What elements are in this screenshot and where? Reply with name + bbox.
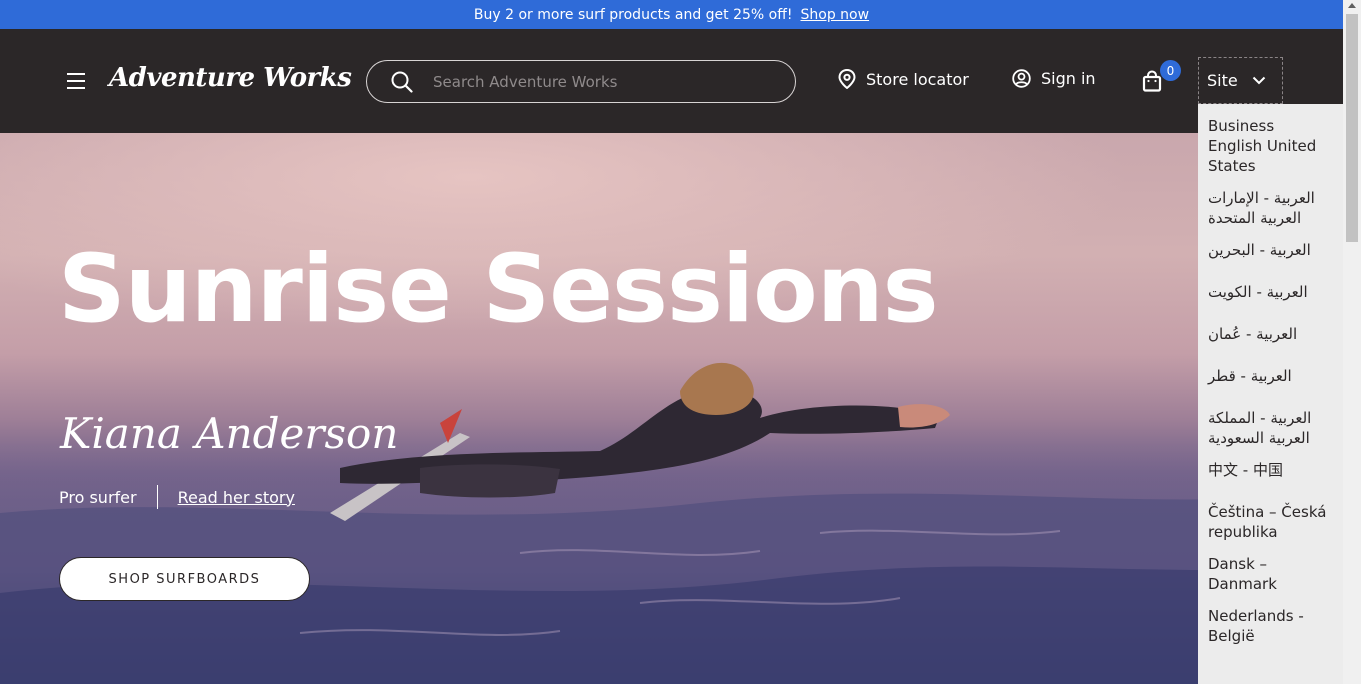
athlete-signature: Kiana Anderson [60, 409, 399, 458]
site-selector-button[interactable]: Site [1198, 57, 1283, 104]
cart-count-badge: 0 [1160, 60, 1181, 81]
athlete-role: Pro surfer [59, 487, 137, 507]
athlete-byline: Pro surfer Read her story [59, 485, 295, 509]
sign-in-link[interactable]: Sign in [1012, 69, 1096, 88]
menu-icon[interactable] [67, 73, 85, 89]
brand-logo[interactable]: Adventure Works [109, 63, 352, 93]
site-option[interactable]: العربية - المملكة العربية السعودية [1198, 408, 1343, 448]
search-input[interactable] [431, 71, 751, 92]
site-option[interactable]: Business English United States [1198, 116, 1343, 176]
promo-text: Buy 2 or more surf products and get 25% … [473, 6, 793, 23]
byline-divider [156, 485, 158, 509]
shopping-bag-icon[interactable] [1142, 70, 1162, 92]
store-locator-label: Store locator [866, 69, 969, 89]
user-icon [1012, 69, 1031, 88]
search-bar[interactable] [366, 60, 796, 103]
site-option[interactable]: العربية - قطر [1198, 366, 1343, 396]
page-scrollbar[interactable] [1343, 0, 1361, 684]
scrollbar-thumb[interactable] [1346, 14, 1358, 242]
search-icon [391, 71, 413, 93]
hero-banner: Sunrise Sessions Kiana Anderson Pro surf… [0, 133, 1343, 684]
site-option[interactable]: العربية - الإمارات العربية المتحدة [1198, 188, 1343, 228]
site-dropdown-menu: Business English United States العربية -… [1198, 104, 1343, 684]
promo-banner: Buy 2 or more surf products and get 25% … [0, 0, 1343, 29]
site-option[interactable]: Čeština – Česká republika [1198, 502, 1343, 542]
sign-in-label: Sign in [1041, 69, 1096, 88]
scroll-up-icon[interactable] [1348, 3, 1356, 8]
site-option[interactable]: العربية - الكويت [1198, 282, 1343, 312]
site-option[interactable]: 中文 - 中国 [1198, 460, 1343, 490]
shop-surfboards-button[interactable]: SHOP SURFBOARDS [59, 557, 310, 601]
hero-title: Sunrise Sessions [58, 235, 939, 344]
chevron-down-icon [1252, 76, 1265, 85]
site-option[interactable]: العربية - عُمان [1198, 324, 1343, 354]
site-label: Site [1207, 71, 1238, 90]
shop-now-link[interactable]: Shop now [801, 7, 870, 23]
site-option[interactable]: العربية - البحرين [1198, 240, 1343, 270]
location-pin-icon [838, 69, 856, 89]
read-story-link[interactable]: Read her story [178, 488, 295, 507]
site-option[interactable]: Dansk – Danmark [1198, 554, 1343, 594]
site-option[interactable]: Nederlands - België [1198, 606, 1343, 646]
store-locator-link[interactable]: Store locator [838, 69, 969, 89]
site-header: Adventure Works Store locator Sign in 0 … [0, 29, 1343, 133]
